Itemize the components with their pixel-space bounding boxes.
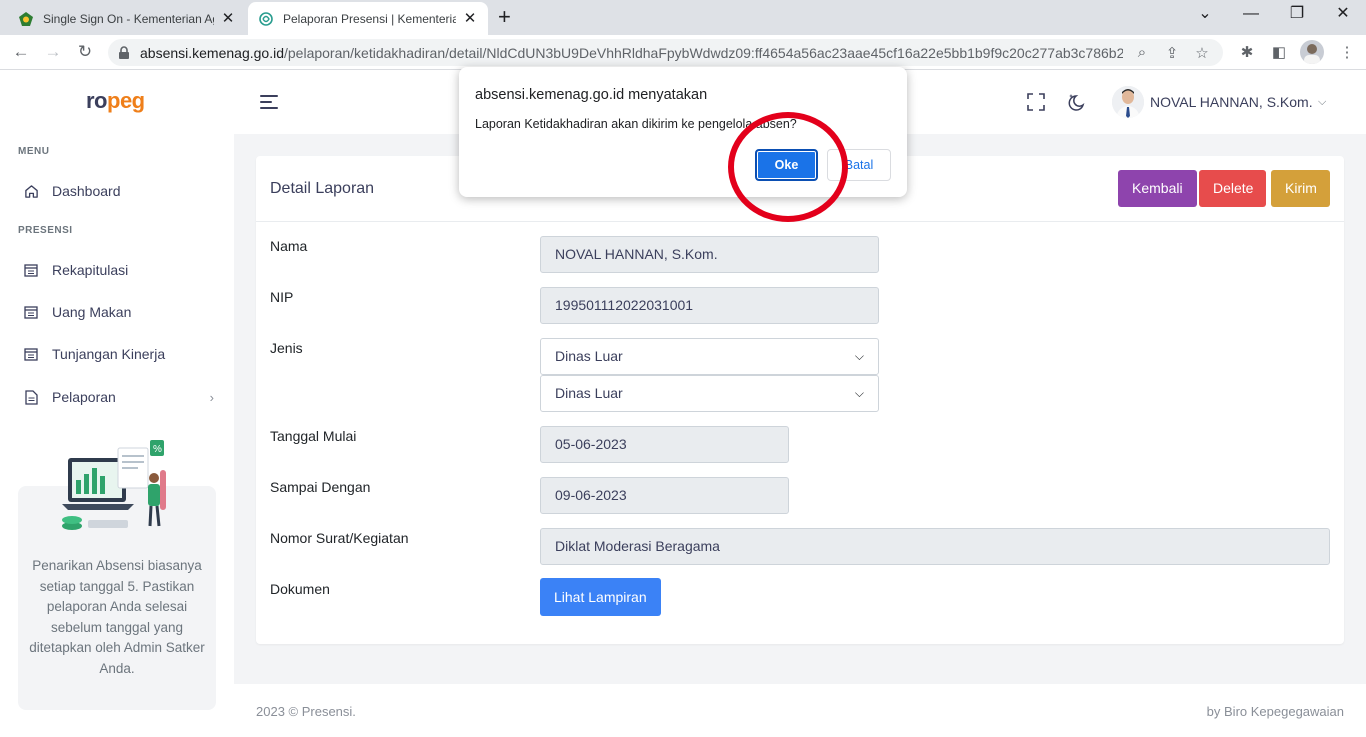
url-field[interactable]: absensi.kemenag.go.id/pelaporan/ketidakh… [108,39,1223,66]
presensi-heading: PRESENSI [18,225,73,236]
home-icon [22,182,40,200]
tab-title: Single Sign On - Kementerian Agama [43,11,214,26]
jenis-select-2[interactable]: Dinas Luar ⌵ [540,375,879,412]
promo-text: Penarikan Absensi biasanya setiap tangga… [29,558,205,676]
chevron-down-icon: ⌵ [854,349,864,363]
hamburger-menu-icon[interactable] [260,95,278,109]
user-avatar[interactable] [1112,86,1144,118]
nama-field: NOVAL HANNAN, S.Kom. [540,236,879,273]
tab-search-icon[interactable]: ⌄ [1182,4,1228,24]
tanggal-mulai-field: 05-06-2023 [540,426,789,463]
delete-button[interactable]: Delete [1199,170,1266,207]
sidebar-item-pelaporan[interactable]: Pelaporan › [18,382,218,412]
nip-label: NIP [270,289,294,305]
batal-button[interactable]: Batal [827,149,891,181]
zoom-icon[interactable]: ⌕ [1131,44,1153,61]
address-bar: ← → ↻ absensi.kemenag.go.id/pelaporan/ke… [0,35,1366,70]
browser-profile-avatar[interactable] [1300,40,1324,64]
document-icon [22,388,40,406]
dokumen-label: Dokumen [270,581,330,597]
close-icon[interactable]: ✕ [462,10,478,27]
sidebar: ropeg MENU Dashboard PRESENSI Rekapitula… [0,70,234,737]
footer-credit: by Biro Kepegegawaian [1206,704,1344,719]
kembali-button[interactable]: Kembali [1118,170,1197,207]
new-tab-icon[interactable]: + [498,6,511,28]
lihat-lampiran-button[interactable]: Lihat Lampiran [540,578,661,616]
footer-copyright: 2023 © Presensi. [256,704,356,719]
confirm-dialog: absensi.kemenag.go.id menyatakan Laporan… [459,67,907,197]
fullscreen-icon[interactable] [1026,92,1046,112]
nama-label: Nama [270,238,308,254]
url-text: absensi.kemenag.go.id/pelaporan/ketidakh… [140,44,1123,61]
nomor-surat-field: Diklat Moderasi Beragama [540,528,1330,565]
browser-tab-sso[interactable]: Single Sign On - Kementerian Agama ✕ [8,2,246,35]
chevron-right-icon: › [209,389,214,405]
sidebar-item-rekapitulasi[interactable]: Rekapitulasi [18,255,218,285]
sidebar-item-uang-makan[interactable]: Uang Makan [18,297,218,327]
forward-icon[interactable]: → [42,41,64,63]
calendar-icon [22,303,40,321]
side-panel-icon[interactable]: ◧ [1268,42,1290,64]
detail-laporan-card: Detail Laporan Kembali Delete Kirim Nama… [256,156,1344,644]
promo-card: % Penarikan Absensi biasanya setiap tang… [18,440,216,710]
main-content: Detail Laporan Kembali Delete Kirim Nama… [234,134,1366,684]
sampai-dengan-label: Sampai Dengan [270,479,371,495]
calendar-icon [22,345,40,363]
swirl-favicon-icon [259,11,273,26]
user-name[interactable]: NOVAL HANNAN, S.Kom. [1150,94,1313,110]
jenis-select-value: Dinas Luar [555,385,623,401]
back-icon[interactable]: ← [10,41,32,63]
sampai-dengan-field: 09-06-2023 [540,477,789,514]
chevron-down-icon: ⌵ [854,386,864,400]
nomor-surat-label: Nomor Surat/Kegiatan [270,530,409,546]
menu-heading: MENU [18,146,50,157]
kirim-button[interactable]: Kirim [1271,170,1330,207]
footer: 2023 © Presensi. by Biro Kepegegawaian [234,684,1366,737]
close-icon[interactable]: ✕ [220,10,236,27]
sidebar-item-dashboard[interactable]: Dashboard [18,176,218,206]
extensions-icon[interactable]: ✱ [1236,42,1258,64]
tab-title: Pelaporan Presensi | Kementerian Agama [283,11,456,26]
tanggal-mulai-label: Tanggal Mulai [270,428,357,444]
nip-field: 199501112022031001 [540,287,879,324]
jenis-select-value: Dinas Luar [555,348,623,364]
card-title: Detail Laporan [270,180,375,197]
chevron-down-icon[interactable]: ⌵ [1318,96,1326,109]
bookmark-star-icon[interactable]: ☆ [1191,44,1213,62]
lock-icon [119,45,129,59]
calendar-icon [22,261,40,279]
browser-tab-bar: Single Sign On - Kementerian Agama ✕ Pel… [0,0,1366,35]
reload-icon[interactable]: ↻ [74,41,96,63]
app-logo[interactable]: ropeg [86,88,145,114]
dark-mode-moon-icon[interactable] [1068,92,1088,112]
dialog-title: absensi.kemenag.go.id menyatakan [475,87,708,103]
dialog-message: Laporan Ketidakhadiran akan dikirim ke p… [475,117,797,131]
minimize-icon[interactable]: — [1228,4,1274,24]
user-photo-icon [1112,86,1144,118]
browser-tab-pelaporan[interactable]: Pelaporan Presensi | Kementerian Agama ✕ [248,2,488,35]
profile-photo-icon [1304,44,1320,64]
sidebar-item-tunjangan-kinerja[interactable]: Tunjangan Kinerja [18,339,218,369]
report-illustration-icon: % [62,440,166,530]
chrome-menu-icon[interactable]: ⋮ [1336,42,1358,64]
oke-button[interactable]: Oke [755,149,818,181]
svg-text:%: % [153,444,162,455]
kemenag-favicon-icon [19,11,33,26]
restore-icon[interactable]: ❐ [1274,4,1320,24]
jenis-select-1[interactable]: Dinas Luar ⌵ [540,338,879,375]
window-close-icon[interactable]: ✕ [1320,4,1366,24]
share-icon[interactable]: ⇪ [1161,44,1183,62]
jenis-label: Jenis [270,340,303,356]
